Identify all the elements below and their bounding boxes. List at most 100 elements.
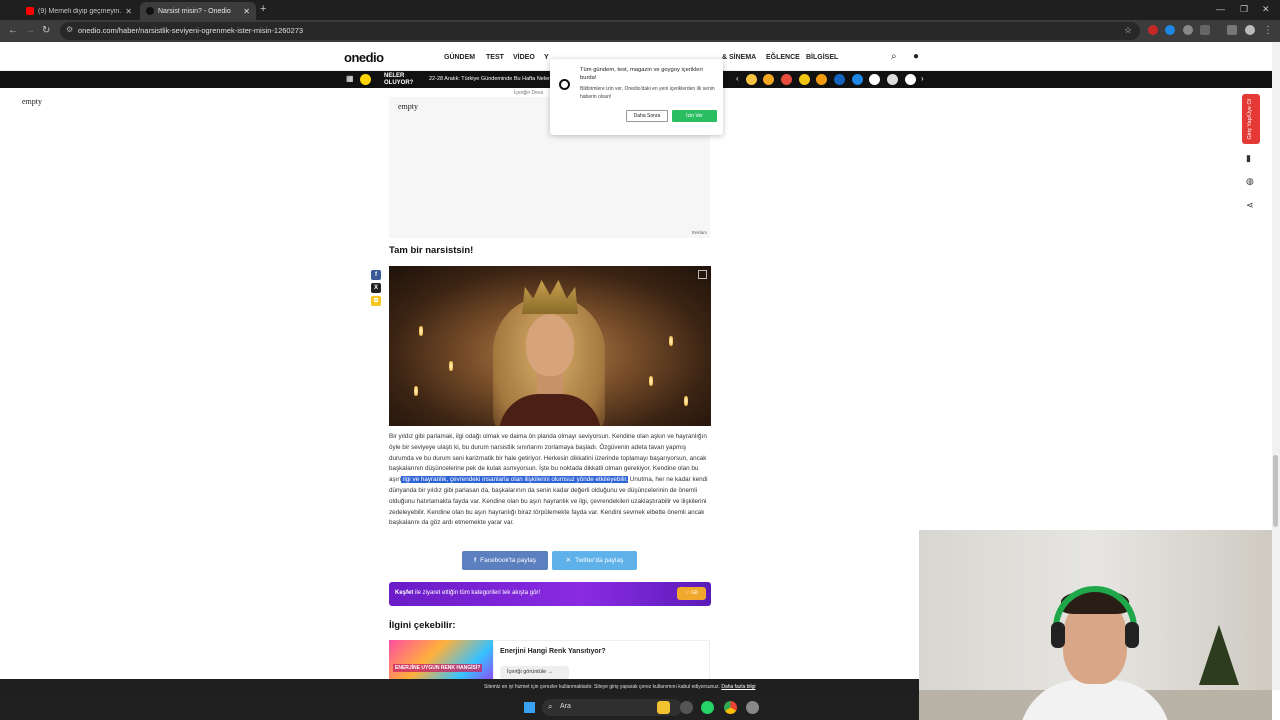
comments-icon[interactable]: ◍ (1246, 176, 1254, 187)
expand-icon[interactable] (698, 270, 707, 279)
candle-decoration (449, 361, 453, 371)
profile-avatar[interactable] (1245, 25, 1255, 35)
tab-youtube[interactable]: (9) Memeli diyip geçmeyin... - Y ✕ (20, 2, 138, 20)
result-paragraph: Bir yıldız gibi parlamak, ilgi odağı olm… (389, 432, 711, 529)
facebook-share-icon[interactable]: f (371, 270, 381, 280)
onedio-favicon-icon (146, 7, 154, 15)
browser-tab-bar: (9) Memeli diyip geçmeyin... - Y ✕ Narsi… (0, 0, 1280, 20)
login-tab[interactable]: Giriş Yap/Üye Ol (1242, 94, 1260, 144)
later-button[interactable]: Daha Sonra (626, 110, 668, 122)
url-text: onedio.com/haber/narsistlik-seviyeni-ogr… (78, 26, 304, 35)
forward-icon[interactable]: → (25, 25, 35, 36)
bookmark-icon[interactable]: ▮ (1246, 153, 1251, 164)
nav-more[interactable]: Y (544, 54, 549, 61)
extensions-puzzle-icon[interactable] (1200, 25, 1210, 35)
emoji-reaction-icon[interactable] (781, 74, 792, 85)
category-icon[interactable] (887, 74, 898, 85)
category-icon[interactable] (852, 74, 863, 85)
ad-label: Reklam (691, 230, 707, 235)
address-bar[interactable]: ⚙ onedio.com/haber/narsistlik-seviyeni-o… (60, 22, 1140, 40)
file-explorer-icon[interactable] (657, 701, 670, 714)
nav-video[interactable]: VİDEO (513, 54, 535, 61)
result-heading: Tam bir narsistsin! (389, 245, 474, 256)
close-tab-icon[interactable]: ✕ (243, 7, 250, 16)
new-tab-button[interactable]: + (260, 3, 266, 15)
ticker-headline[interactable]: 22-28 Aralık: Türkiye Gündeminde Bu Haft… (429, 76, 551, 82)
live-icon (360, 74, 371, 85)
user-icon[interactable]: ● (913, 51, 919, 62)
neler-oluyor-label[interactable]: NELER OLUYOR? (384, 73, 413, 86)
emoji-reaction-icon[interactable] (746, 74, 757, 85)
back-icon[interactable]: ← (8, 25, 18, 36)
extension-icon[interactable] (1148, 25, 1158, 35)
candle-decoration (684, 396, 688, 406)
nav-gundem[interactable]: GÜNDEM (444, 54, 475, 61)
nav-bilgisel[interactable]: BİLGİSEL (806, 54, 838, 61)
copy-link-icon[interactable]: ⧉ (371, 296, 381, 306)
candle-decoration (669, 336, 673, 346)
category-icon[interactable] (905, 74, 916, 85)
tab-title: (9) Memeli diyip geçmeyin... - Y (38, 7, 122, 15)
chevron-left-icon[interactable]: ‹ (736, 74, 739, 83)
sidepanel-icon[interactable] (1227, 25, 1237, 35)
windows-start-icon[interactable] (524, 702, 535, 713)
chevron-right-icon[interactable]: › (921, 74, 924, 83)
extension-icon[interactable] (1183, 25, 1193, 35)
crown-shape (522, 280, 578, 314)
kesfet-text: Keşfet ile ziyaret ettiğin tüm kategoril… (395, 590, 540, 596)
notification-permission-popup: Tüm gündem, test, magazin ve goygoy içer… (550, 59, 723, 135)
scrollbar-thumb[interactable] (1273, 455, 1278, 527)
whatsapp-icon[interactable] (701, 701, 714, 714)
share-icon[interactable]: ⋖ (1246, 200, 1254, 211)
search-icon[interactable]: ⌕ (891, 51, 897, 62)
taskbar-search-label: Ara (560, 703, 571, 710)
login-label: Giriş Yap/Üye Ol (1247, 99, 1253, 140)
close-tab-icon[interactable]: ✕ (125, 7, 132, 16)
emoji-reaction-icon[interactable] (816, 74, 827, 85)
recommend-title[interactable]: Enerjini Hangi Renk Yansıtıyor? (500, 648, 606, 655)
settings-icon[interactable] (680, 701, 693, 714)
x-share-icon[interactable]: X (371, 283, 381, 293)
grid-menu-icon[interactable]: ▦ (346, 74, 354, 83)
facebook-share-button[interactable]: f Facebook'ta paylaş (462, 551, 548, 570)
emoji-reaction-icon[interactable] (763, 74, 774, 85)
close-window-icon[interactable]: ✕ (1262, 4, 1270, 15)
thumbnail-caption: ENERJİNE UYGUN RENK HANGİSİ? (393, 664, 483, 672)
kesfet-rest: ile ziyaret ettiğin tüm kategorileri tek… (413, 590, 541, 596)
tab-onedio[interactable]: Narsist misin? - Onedio ✕ (140, 2, 256, 20)
category-icon[interactable] (834, 74, 845, 85)
page-scrollbar[interactable] (1272, 42, 1280, 690)
menu-kebab-icon[interactable]: ⋮ (1263, 25, 1273, 36)
face-shape (526, 314, 574, 376)
nav-test[interactable]: TEST (486, 54, 504, 61)
maximize-icon[interactable]: ❐ (1240, 4, 1248, 15)
nav-eglence[interactable]: EĞLENCE (766, 54, 800, 61)
x-icon: ✕ (565, 557, 572, 564)
article-image (389, 266, 711, 426)
kesfet-go-button[interactable]: ☞ Git (677, 587, 706, 600)
candle-decoration (419, 326, 423, 336)
app-icon[interactable] (746, 701, 759, 714)
view-content-button[interactable]: İçeriği görüntüle → (500, 666, 569, 679)
minimize-icon[interactable]: — (1216, 4, 1225, 14)
extension-icon[interactable] (1165, 25, 1175, 35)
emoji-reaction-icon[interactable] (799, 74, 810, 85)
onedio-logo[interactable]: onedio (344, 50, 384, 65)
cookie-text: Sitemiz en iyi hizmet için çerezler kull… (484, 684, 756, 690)
category-icon[interactable] (869, 74, 880, 85)
recommend-thumbnail[interactable]: ENERJİNE UYGUN RENK HANGİSİ? (389, 640, 493, 680)
reload-icon[interactable]: ↻ (42, 25, 50, 36)
allow-button[interactable]: İzin Ver (672, 110, 717, 122)
cookie-more-link[interactable]: Daha fazla bilgi (721, 684, 755, 690)
kesfet-banner[interactable]: Keşfet ile ziyaret ettiğin tüm kategoril… (389, 582, 711, 606)
site-info-icon[interactable]: ⚙ (66, 25, 73, 34)
twitter-share-label: Twitter'da paylaş (575, 557, 624, 564)
content-continues-note: İçeriğin Deva (514, 90, 544, 96)
nav-sinema[interactable]: & SİNEMA (722, 54, 756, 61)
chrome-icon[interactable] (724, 701, 737, 714)
webcam-overlay (919, 530, 1272, 720)
bookmark-star-icon[interactable]: ☆ (1124, 25, 1132, 36)
selected-text: ilgi ve hayranlık, çevrendeki insanlarla… (401, 476, 629, 484)
twitter-share-button[interactable]: ✕ Twitter'da paylaş (552, 551, 637, 570)
empty-placeholder: empty (22, 97, 42, 106)
